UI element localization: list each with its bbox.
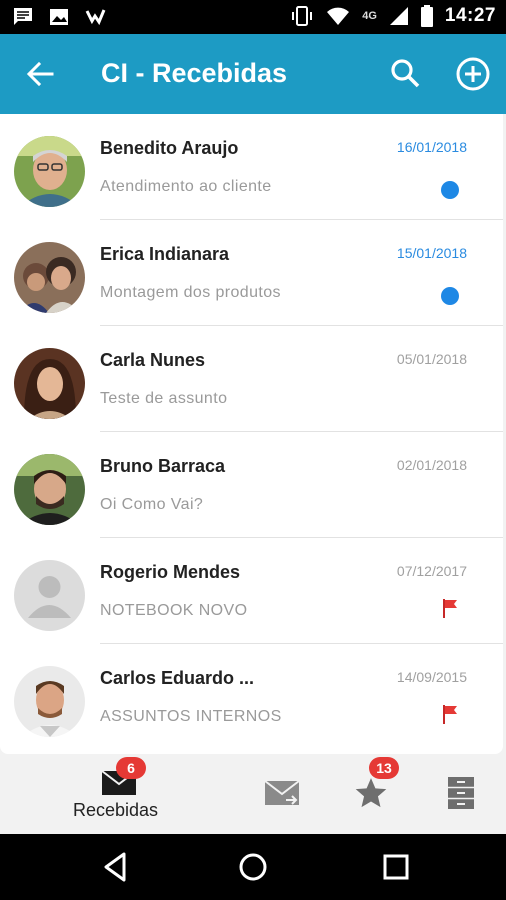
unread-indicator <box>441 287 459 305</box>
message-date: 14/09/2015 <box>396 669 467 685</box>
message-date: 15/01/2018 <box>396 245 467 261</box>
flag-icon <box>443 705 457 724</box>
recents-square-icon[interactable] <box>379 850 413 884</box>
tab-received[interactable]: 6 Recebidas <box>60 754 180 834</box>
tab-sent[interactable] <box>255 754 309 834</box>
image-icon <box>50 9 68 25</box>
starred-count-badge: 13 <box>369 757 399 779</box>
sent-envelope-icon <box>264 780 300 805</box>
message-subject: NOTEBOOK NOVO <box>100 602 248 619</box>
wifi-icon <box>327 7 350 25</box>
tab-starred[interactable]: 13 <box>340 754 404 834</box>
tab-label: Recebidas <box>73 800 159 820</box>
unread-indicator <box>441 181 459 199</box>
sender-name: Rogerio Mendes <box>100 562 241 582</box>
message-item[interactable]: Erica Indianara Montagem dos produtos 15… <box>0 220 503 326</box>
message-subject: Teste de assunto <box>100 390 228 407</box>
archive-cabinet-icon <box>448 777 474 809</box>
message-icon <box>14 8 32 25</box>
message-item[interactable]: Rogerio Mendes NOTEBOOK NOVO 07/12/2017 <box>0 538 503 644</box>
message-date: 05/01/2018 <box>396 351 467 367</box>
sender-name: Erica Indianara <box>100 244 230 264</box>
page-title: CI - Recebidas <box>101 58 288 88</box>
message-item[interactable]: Benedito Araujo Atendimento ao cliente 1… <box>0 114 503 220</box>
message-item[interactable]: Carla Nunes Teste de assunto 05/01/2018 <box>0 326 503 432</box>
signal-icon <box>389 7 408 25</box>
message-date: 16/01/2018 <box>396 139 467 155</box>
unread-count-badge: 6 <box>116 757 146 779</box>
message-item[interactable]: Carlos Eduardo ... ASSUNTOS INTERNOS 14/… <box>0 644 503 750</box>
avatar <box>14 348 85 419</box>
star-icon <box>355 778 387 808</box>
message-subject: ASSUNTOS INTERNOS <box>100 708 282 725</box>
content-area: Benedito Araujo Atendimento ao cliente 1… <box>0 114 506 754</box>
search-icon[interactable] <box>388 56 422 90</box>
sender-name: Carla Nunes <box>100 350 206 370</box>
system-status: 4G 14:27 <box>290 5 496 27</box>
check-icon <box>85 9 106 26</box>
message-date: 07/12/2017 <box>396 563 467 579</box>
message-item[interactable]: Bruno Barraca Oi Como Vai? 02/01/2018 <box>0 432 503 538</box>
bottom-navigation: 6 Recebidas 13 <box>0 754 506 834</box>
message-subject: Atendimento ao cliente <box>100 178 272 195</box>
network-type: 4G <box>362 10 377 22</box>
battery-icon <box>420 5 433 27</box>
back-triangle-icon[interactable] <box>99 850 133 884</box>
avatar <box>14 454 85 525</box>
add-circle-icon[interactable] <box>455 56 491 92</box>
flag-icon <box>443 599 457 618</box>
system-navigation-bar <box>0 834 506 900</box>
notification-icons <box>12 6 106 28</box>
clock: 14:27 <box>444 5 496 26</box>
avatar-placeholder-icon <box>14 560 85 631</box>
app-bar: CI - Recebidas <box>0 34 506 114</box>
avatar <box>14 136 85 207</box>
avatar <box>14 242 85 313</box>
sender-name: Carlos Eduardo ... <box>100 668 255 688</box>
sender-name: Benedito Araujo <box>100 138 239 158</box>
vibrate-icon <box>292 6 313 26</box>
home-circle-icon[interactable] <box>236 850 270 884</box>
message-date: 02/01/2018 <box>396 457 467 473</box>
back-arrow-icon[interactable] <box>24 58 56 90</box>
tab-archive[interactable] <box>436 754 486 834</box>
message-subject: Montagem dos produtos <box>100 284 281 301</box>
message-list: Benedito Araujo Atendimento ao cliente 1… <box>0 114 503 754</box>
avatar <box>14 666 85 737</box>
sender-name: Bruno Barraca <box>100 456 226 476</box>
message-subject: Oi Como Vai? <box>100 496 204 513</box>
status-bar: 4G 14:27 <box>0 0 506 34</box>
